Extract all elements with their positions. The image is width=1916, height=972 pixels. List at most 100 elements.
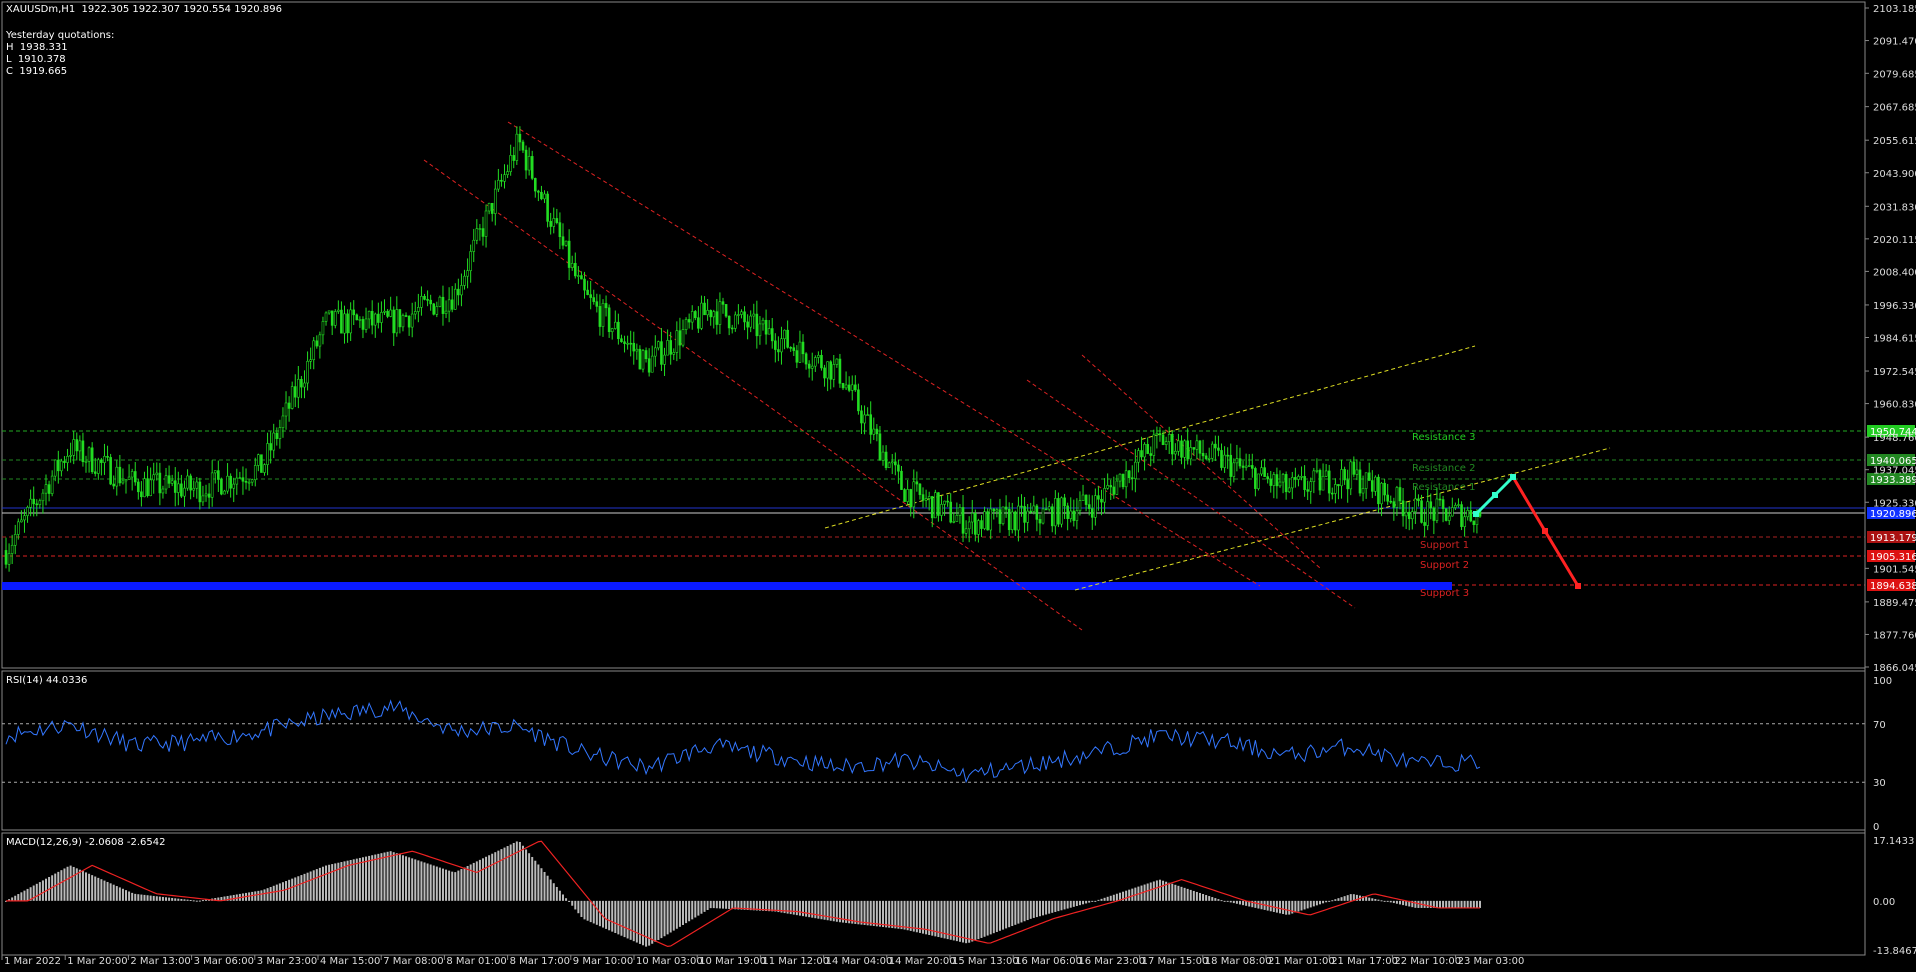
forecast-down-point: [1542, 528, 1548, 534]
macd-histogram-bar: [1426, 900, 1429, 908]
candle-body: [1454, 505, 1457, 508]
time-tick-label: 1 Mar 2022: [4, 956, 61, 967]
macd-histogram-bar: [291, 878, 294, 901]
macd-histogram-bar: [1051, 900, 1054, 913]
candle-body: [746, 321, 749, 328]
candle-body: [718, 301, 722, 325]
macd-histogram-bar: [371, 855, 374, 901]
macd-histogram-bar: [802, 900, 805, 917]
candle-body: [343, 313, 346, 334]
candle-body: [844, 384, 848, 389]
candle-body: [250, 479, 254, 483]
macd-histogram-bar: [448, 870, 451, 901]
macd-histogram-bar: [888, 900, 891, 928]
candle-body: [638, 348, 642, 370]
candle-body: [438, 296, 442, 307]
macd-histogram-bar: [275, 884, 278, 901]
candle-body: [223, 490, 226, 495]
candle-body: [1290, 477, 1294, 489]
candle-body: [361, 319, 365, 330]
macd-histogram-bar: [866, 900, 869, 926]
macd-histogram-bar: [1442, 900, 1445, 908]
candle-body: [1401, 500, 1405, 517]
candle-body: [607, 307, 611, 333]
candle-body: [426, 299, 429, 301]
macd-histogram-bar: [1343, 896, 1346, 901]
macd-histogram-bar: [146, 895, 149, 901]
macd-histogram-bar: [820, 900, 823, 920]
price-candles: [4, 126, 1482, 572]
macd-histogram-bar: [638, 900, 641, 944]
candle-body: [1174, 450, 1177, 455]
time-tick-label: 14 Mar 20:00: [889, 956, 956, 967]
macd-histogram-bar: [429, 864, 432, 901]
macd-histogram-bar: [438, 867, 441, 901]
price-chart[interactable]: 1950.7441940.0651933.3891920.8961913.179…: [0, 0, 1916, 972]
candle-body: [340, 309, 343, 334]
time-tick-label: 8 Mar 17:00: [510, 956, 570, 967]
macd-histogram-bar: [552, 883, 555, 901]
candle-body: [934, 492, 937, 519]
macd-histogram-bar: [161, 896, 164, 901]
candle-body: [527, 156, 531, 171]
macd-histogram-bar: [1306, 900, 1309, 909]
price-tick-label: 1937.045: [1873, 466, 1916, 477]
macd-histogram-bar: [1202, 894, 1205, 901]
candle-body: [1380, 482, 1383, 505]
candle-body: [161, 488, 165, 494]
candle-body: [761, 319, 765, 325]
candle-body: [524, 149, 528, 171]
candle-body: [872, 428, 876, 435]
candle-body: [321, 321, 325, 336]
macd-histogram-bar: [17, 894, 20, 901]
macd-histogram-bar: [1392, 900, 1395, 904]
candle-body: [617, 321, 620, 340]
candle-body: [81, 440, 85, 463]
candle-body: [860, 410, 863, 424]
macd-histogram-bar: [309, 871, 312, 901]
macd-histogram-bar: [269, 886, 272, 901]
macd-histogram-bar: [1242, 900, 1245, 906]
candle-body: [1177, 440, 1180, 452]
macd-histogram-bar: [1186, 888, 1189, 901]
candle-body: [752, 313, 756, 317]
candle-body: [1167, 433, 1171, 442]
candle-body: [1121, 473, 1125, 488]
macd-histogram-bar: [306, 872, 309, 901]
candle-body: [1220, 450, 1223, 468]
candle-body: [417, 307, 420, 312]
time-tick-label: 4 Mar 15:00: [320, 956, 380, 967]
candle-body: [506, 171, 509, 175]
price-tick-label: 1866.045: [1873, 663, 1916, 674]
macd-histogram-bar: [1318, 900, 1321, 905]
macd-histogram-bar: [952, 900, 955, 941]
macd-histogram-bar: [872, 900, 875, 926]
candle-body: [647, 358, 651, 373]
macd-histogram-bar: [992, 900, 995, 934]
macd-histogram-bar: [1475, 900, 1478, 908]
time-tick-label: 10 Mar 19:00: [699, 956, 766, 967]
candle-body: [20, 519, 23, 523]
candle-body: [444, 310, 448, 314]
candle-body: [26, 507, 29, 516]
candle-body: [109, 457, 112, 485]
macd-histogram-bar: [817, 900, 820, 919]
candle-body: [841, 383, 845, 389]
candle-body: [964, 528, 968, 534]
macd-histogram-bar: [534, 860, 537, 901]
price-tick-label: 2055.615: [1873, 136, 1916, 147]
yesterday-close: C 1919.665: [6, 66, 68, 77]
macd-histogram-bar: [100, 879, 103, 901]
macd-histogram-bar: [472, 862, 475, 901]
macd-axis-label: 0.00: [1873, 897, 1895, 908]
macd-histogram-bar: [1340, 897, 1343, 901]
candle-body: [1075, 510, 1079, 521]
macd-histogram-bar: [1238, 900, 1241, 905]
candle-body: [940, 504, 943, 516]
macd-histogram-bar: [808, 900, 811, 918]
candle-body: [1324, 470, 1328, 477]
level-label: Resistance 2: [1412, 463, 1475, 474]
candle-body: [170, 480, 174, 484]
macd-histogram-bar: [503, 847, 506, 901]
macd-histogram-bar: [525, 849, 528, 901]
